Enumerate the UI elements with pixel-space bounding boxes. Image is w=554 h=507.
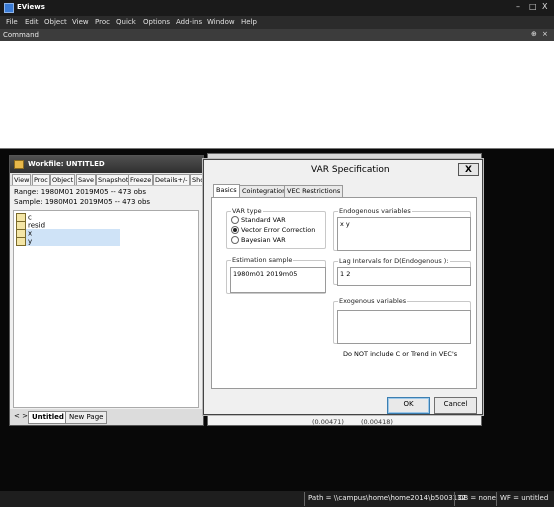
- eviews-logo-icon: [4, 3, 14, 13]
- menu-window[interactable]: Window: [207, 18, 235, 26]
- vec-note: Do NOT include C or Trend in VEC's: [343, 350, 458, 358]
- status-divider: [496, 492, 497, 506]
- wf-object-button[interactable]: Object: [50, 174, 76, 185]
- list-item[interactable]: y: [16, 237, 120, 246]
- menu-addins[interactable]: Add-ins: [176, 18, 202, 26]
- wf-save-button[interactable]: Save: [76, 174, 96, 185]
- menu-options[interactable]: Options: [143, 18, 170, 26]
- wf-freeze-button[interactable]: Freeze: [128, 174, 154, 185]
- app-title: EViews: [17, 3, 45, 11]
- estimation-sample-input[interactable]: 1980m01 2019m05: [230, 267, 326, 293]
- workfile-sample[interactable]: Sample: 1980M01 2019M05 -- 473 obs: [14, 198, 150, 206]
- series-icon: [16, 237, 26, 246]
- workfile-range[interactable]: Range: 1980M01 2019M05 -- 473 obs: [14, 188, 146, 196]
- lag-intervals-input[interactable]: 1 2: [337, 267, 471, 286]
- menu-quick[interactable]: Quick: [116, 18, 136, 26]
- estimation-sample-group: Estimation sample 1980m01 2019m05: [226, 256, 326, 294]
- exogenous-label: Exogenous variables: [338, 297, 408, 305]
- wf-show-button[interactable]: Sho: [190, 174, 203, 185]
- var-type-group: VAR type Standard VAR Vector Error Corre…: [226, 207, 326, 249]
- cancel-button[interactable]: Cancel: [434, 397, 477, 414]
- radio-vector-error-correction[interactable]: Vector Error Correction: [231, 226, 315, 234]
- wf-view-button[interactable]: View: [12, 174, 32, 185]
- workfile-title: Workfile: UNTITLED: [28, 160, 105, 168]
- close-command-icon[interactable]: ×: [542, 30, 548, 38]
- menu-file[interactable]: File: [6, 18, 18, 26]
- bg-value-2: (0.00418): [361, 418, 393, 426]
- estimation-sample-label: Estimation sample: [231, 256, 294, 264]
- radio-button-icon: [231, 236, 239, 244]
- workfile-icon: [14, 160, 24, 169]
- wf-details-button[interactable]: Details+/-: [153, 174, 190, 185]
- tab-new-page[interactable]: New Page: [65, 411, 108, 424]
- pin-icon[interactable]: ⊕: [531, 30, 537, 38]
- var-type-label: VAR type: [231, 207, 263, 215]
- tab-vec-restrictions[interactable]: VEC Restrictions: [284, 185, 344, 197]
- workfile-titlebar[interactable]: Workfile: UNTITLED: [10, 156, 203, 173]
- menu-view[interactable]: View: [72, 18, 89, 26]
- minimize-button[interactable]: –: [516, 2, 520, 11]
- close-app-button[interactable]: X: [542, 2, 547, 11]
- workfile-toolbar: View Proc Object Save Snapshot Freeze De…: [10, 173, 203, 186]
- endogenous-label: Endogenous variables: [338, 207, 412, 215]
- wf-proc-button[interactable]: Proc: [32, 174, 50, 185]
- menu-proc[interactable]: Proc: [95, 18, 110, 26]
- var-specification-dialog: VAR Specification X Basics Cointegration…: [203, 159, 483, 415]
- ok-button[interactable]: OK: [387, 397, 430, 414]
- status-db[interactable]: DB = none: [458, 494, 496, 502]
- radio-button-selected-icon: [231, 226, 239, 234]
- dialog-tabs: Basics Cointegration VEC Restrictions: [211, 184, 477, 198]
- radio-standard-var[interactable]: Standard VAR: [231, 216, 286, 224]
- tab-untitled[interactable]: Untitled: [28, 411, 68, 424]
- menu-edit[interactable]: Edit: [25, 18, 39, 26]
- dialog-title: VAR Specification: [311, 165, 390, 175]
- endogenous-input[interactable]: x y: [337, 217, 471, 251]
- command-input-area[interactable]: [0, 41, 554, 149]
- lag-intervals-group: Lag Intervals for D(Endogenous ): 1 2: [333, 257, 471, 286]
- command-label: Command: [3, 31, 39, 39]
- bg-value-1: (0.00471): [312, 418, 344, 426]
- basics-panel: VAR type Standard VAR Vector Error Corre…: [211, 197, 477, 389]
- status-wf[interactable]: WF = untitled: [500, 494, 548, 502]
- status-divider: [454, 492, 455, 506]
- menu-help[interactable]: Help: [241, 18, 257, 26]
- page-nav-arrows[interactable]: < >: [14, 412, 28, 420]
- exogenous-input[interactable]: [337, 310, 471, 344]
- command-titlebar: Command ⊕ ×: [0, 29, 554, 41]
- exogenous-group: Exogenous variables: [333, 297, 471, 344]
- tab-cointegration[interactable]: Cointegration: [239, 185, 290, 197]
- radio-button-icon: [231, 216, 239, 224]
- status-bar: Path = \\campus\home\home2014\b5003132 D…: [0, 491, 554, 507]
- radio-bayesian-var[interactable]: Bayesian VAR: [231, 236, 286, 244]
- close-icon[interactable]: X: [458, 163, 479, 176]
- menu-object[interactable]: Object: [44, 18, 67, 26]
- dialog-titlebar[interactable]: VAR Specification: [204, 160, 482, 180]
- app-titlebar: EViews – □ X: [0, 0, 554, 16]
- tab-basics[interactable]: Basics: [213, 184, 240, 198]
- wf-snapshot-button[interactable]: Snapshot: [96, 174, 131, 185]
- maximize-button[interactable]: □: [529, 2, 537, 11]
- workfile-window: Workfile: UNTITLED View Proc Object Save…: [9, 155, 204, 426]
- workfile-object-list: c resid x y: [13, 210, 199, 408]
- menu-bar: File Edit Object View Proc Quick Options…: [0, 16, 554, 29]
- status-divider: [304, 492, 305, 506]
- endogenous-group: Endogenous variables x y: [333, 207, 471, 251]
- workfile-page-tabs: < > Untitled New Page: [10, 409, 203, 425]
- lag-intervals-label: Lag Intervals for D(Endogenous ):: [338, 257, 450, 265]
- status-path[interactable]: Path = \\campus\home\home2014\b5003132: [308, 494, 466, 502]
